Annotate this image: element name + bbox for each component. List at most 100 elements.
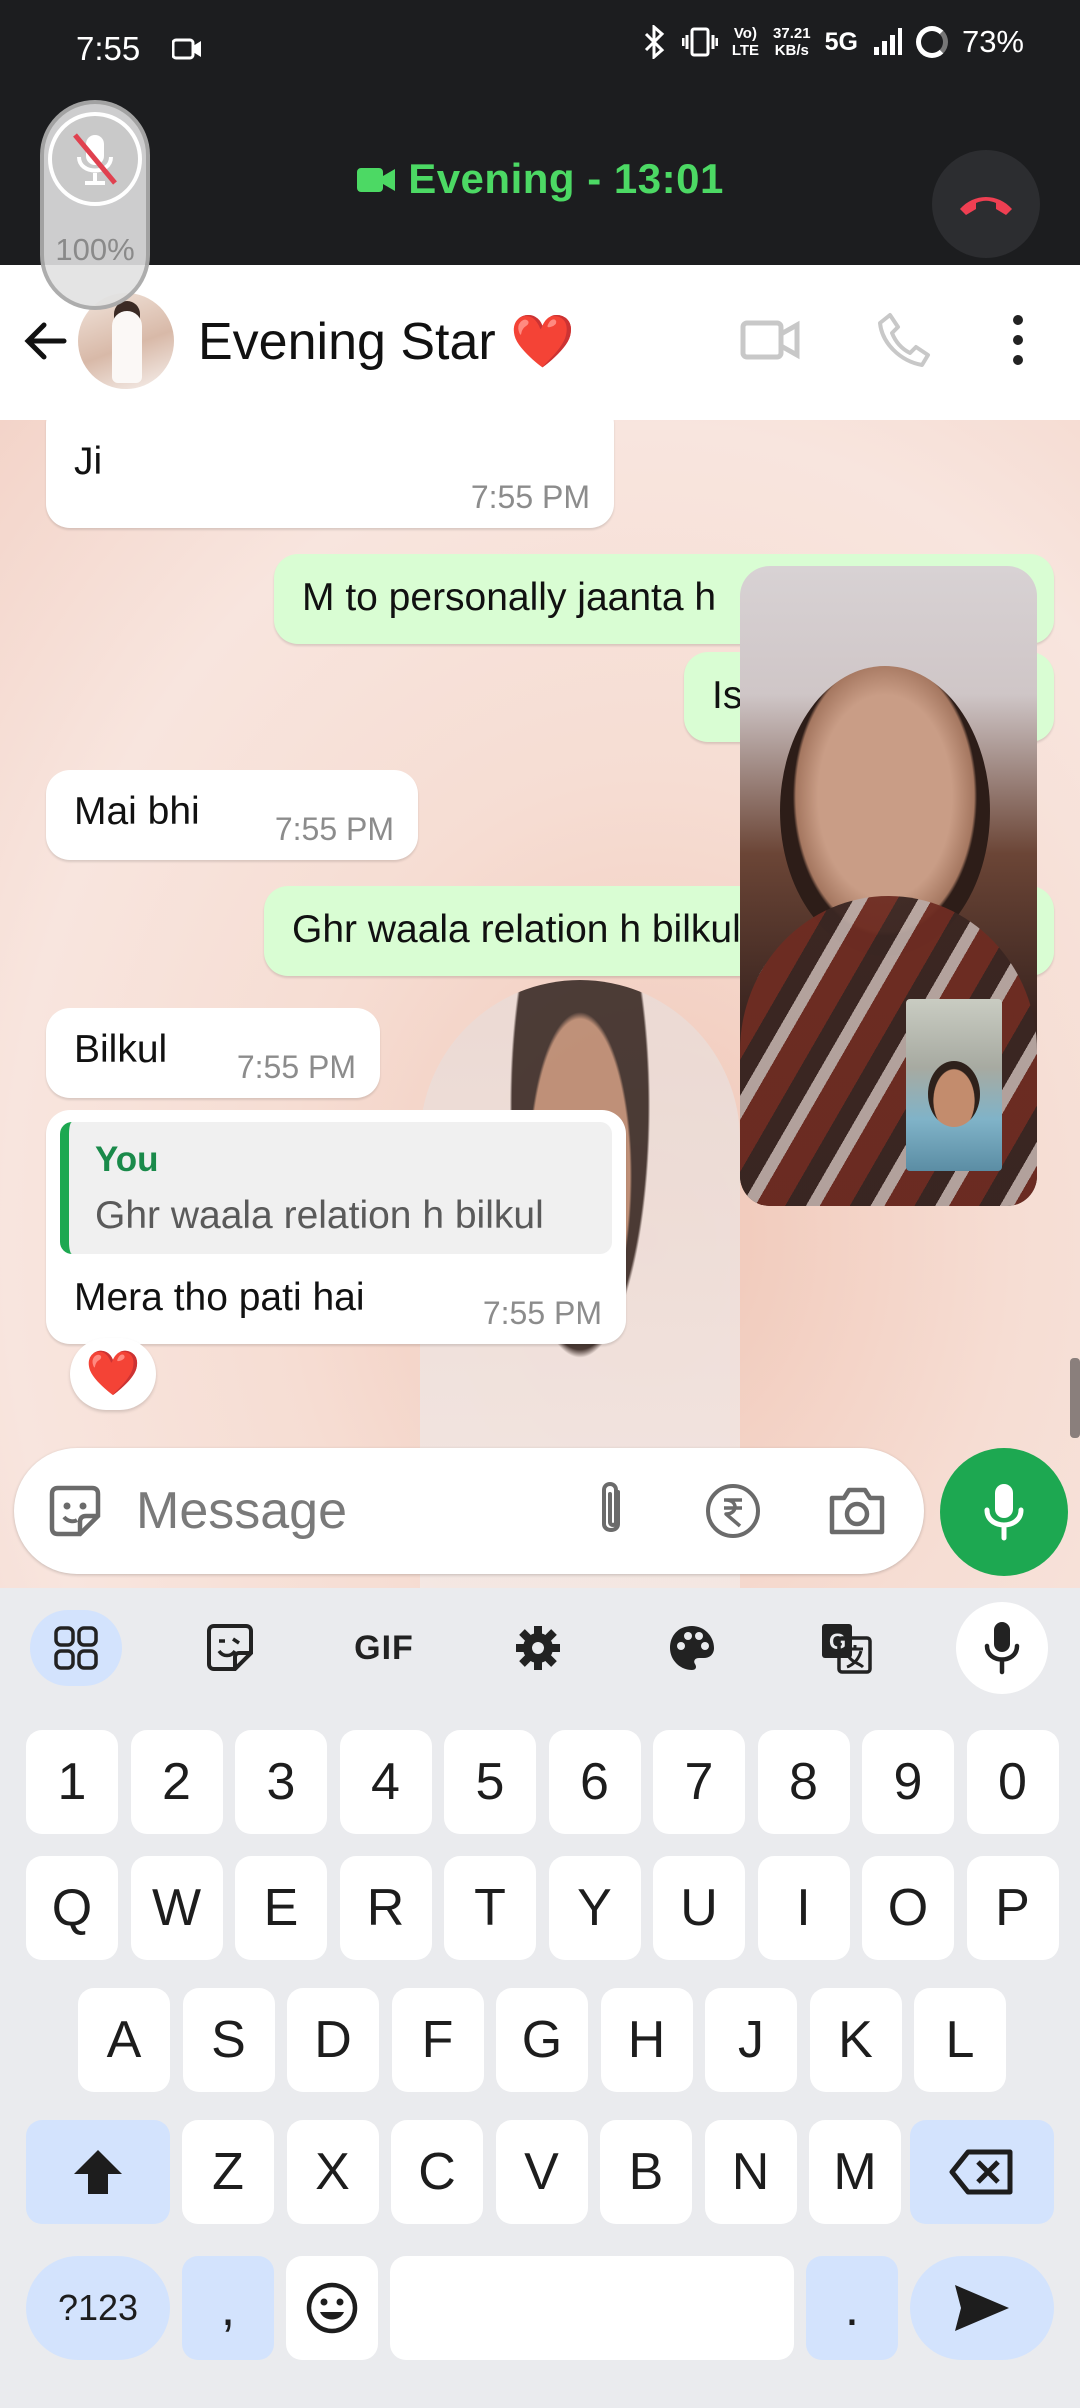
- key-s[interactable]: S: [182, 1988, 275, 2092]
- key-d[interactable]: D: [287, 1988, 379, 2092]
- message-incoming[interactable]: Mai bhi 7:55 PM: [46, 770, 418, 860]
- status-time: 7:55: [76, 30, 141, 67]
- message-incoming-reply[interactable]: You Ghr waala relation h bilkul Mera tho…: [46, 1110, 626, 1344]
- key-8[interactable]: 8: [757, 1730, 850, 1834]
- voice-typing-button[interactable]: [956, 1602, 1048, 1694]
- key-z[interactable]: Z: [182, 2120, 274, 2224]
- theme-button[interactable]: [646, 1610, 738, 1686]
- voice-call-icon[interactable]: [876, 311, 932, 367]
- key-h[interactable]: H: [600, 1988, 693, 2092]
- key-m[interactable]: M: [809, 2120, 901, 2224]
- call-title-text: Evening - 13:01: [408, 155, 724, 202]
- chat-header: Evening Star ❤️: [0, 265, 1080, 420]
- symbols-key[interactable]: ?123: [26, 2256, 170, 2360]
- gif-button[interactable]: GIF: [338, 1610, 430, 1686]
- sticker-button[interactable]: [184, 1610, 276, 1686]
- key-p[interactable]: P: [966, 1856, 1059, 1960]
- key-0[interactable]: 0: [966, 1730, 1059, 1834]
- key-7[interactable]: 7: [653, 1730, 745, 1834]
- call-title: Evening - 13:01: [0, 155, 1080, 203]
- payment-rupee-icon[interactable]: [704, 1482, 762, 1540]
- message-input[interactable]: [136, 1476, 466, 1546]
- key-y[interactable]: Y: [548, 1856, 641, 1960]
- key-w[interactable]: W: [130, 1856, 223, 1960]
- key-n[interactable]: N: [704, 2120, 797, 2224]
- key-3[interactable]: 3: [235, 1730, 327, 1834]
- key-c[interactable]: C: [391, 2120, 483, 2224]
- more-options-icon[interactable]: [1000, 310, 1036, 370]
- voice-message-button[interactable]: [940, 1448, 1068, 1576]
- backspace-icon: [949, 2149, 1013, 2195]
- key-2[interactable]: 2: [130, 1730, 223, 1834]
- key-v[interactable]: V: [495, 2120, 588, 2224]
- key-comma[interactable]: ,: [182, 2256, 274, 2360]
- key-t[interactable]: T: [444, 1856, 536, 1960]
- message-text: Ghr waala relation h bilkul: [292, 908, 741, 951]
- key-e[interactable]: E: [235, 1856, 327, 1960]
- key-f[interactable]: F: [391, 1988, 484, 2092]
- battery-ring-icon: [915, 26, 948, 58]
- emoji-key[interactable]: [286, 2256, 378, 2360]
- translate-button[interactable]: G: [800, 1610, 892, 1686]
- message-incoming[interactable]: Bilkul 7:55 PM: [46, 1008, 380, 1098]
- sticker-emoji-icon[interactable]: [44, 1480, 106, 1542]
- key-i[interactable]: I: [757, 1856, 850, 1960]
- chat-scrollbar[interactable]: [1070, 1358, 1080, 1438]
- local-video-preview[interactable]: [906, 999, 1002, 1171]
- video-call-icon[interactable]: [740, 315, 800, 365]
- key-4[interactable]: 4: [339, 1730, 432, 1834]
- reply-author: You: [95, 1140, 159, 1179]
- key-o[interactable]: O: [862, 1856, 954, 1960]
- key-j[interactable]: J: [705, 1988, 797, 2092]
- camera-icon[interactable]: [826, 1482, 888, 1540]
- heart-reaction-icon: ❤️: [85, 1349, 141, 1398]
- back-arrow-icon[interactable]: [18, 313, 74, 369]
- remote-video-pip[interactable]: [740, 566, 1037, 1206]
- key-u[interactable]: U: [653, 1856, 745, 1960]
- phone-hangup-icon: [960, 197, 1012, 215]
- key-9[interactable]: 9: [862, 1730, 954, 1834]
- network-type: 5G: [824, 27, 858, 56]
- settings-button[interactable]: [492, 1610, 584, 1686]
- screen-record-icon: [172, 38, 201, 60]
- emoji-icon: [306, 2282, 358, 2334]
- ongoing-call-banner[interactable]: Evening - 13:01: [0, 100, 1080, 265]
- signal-icon: [873, 28, 902, 55]
- message-incoming[interactable]: Ji 7:55 PM: [46, 420, 614, 528]
- backspace-key[interactable]: [910, 2120, 1054, 2224]
- key-g[interactable]: G: [496, 1988, 588, 2092]
- soft-keyboard: GIF G 1234567890QWERTYUIOPASDFGHJKLZXCVB…: [0, 1588, 1080, 2408]
- message-time: 7:55 PM: [274, 811, 394, 847]
- attach-icon[interactable]: [582, 1478, 638, 1544]
- key-5[interactable]: 5: [444, 1730, 536, 1834]
- key-6[interactable]: 6: [548, 1730, 641, 1834]
- translate-icon: G: [822, 1624, 872, 1674]
- message-text: Mai bhi: [74, 790, 200, 833]
- key-b[interactable]: B: [600, 2120, 692, 2224]
- key-l[interactable]: L: [914, 1988, 1006, 2092]
- send-key[interactable]: [910, 2256, 1054, 2360]
- mute-overlay[interactable]: 100%: [40, 100, 150, 310]
- contact-name[interactable]: Evening Star ❤️: [198, 311, 575, 372]
- key-q[interactable]: Q: [26, 1856, 118, 1960]
- message-time: 7:55 PM: [470, 479, 590, 515]
- key-period[interactable]: .: [806, 2256, 898, 2360]
- message-text: M to personally jaanta h: [302, 576, 717, 619]
- key-k[interactable]: K: [809, 1988, 902, 2092]
- message-time: 7:55 PM: [236, 1049, 356, 1085]
- mic-icon: [984, 1484, 1024, 1541]
- bluetooth-icon: [644, 25, 665, 59]
- key-a[interactable]: A: [78, 1988, 170, 2092]
- shift-key[interactable]: [26, 2120, 170, 2224]
- key-1[interactable]: 1: [26, 1730, 118, 1834]
- send-icon: [955, 2285, 1009, 2331]
- apps-grid-button[interactable]: [30, 1610, 122, 1686]
- mute-button[interactable]: [48, 112, 142, 206]
- reply-quote[interactable]: You Ghr waala relation h bilkul: [60, 1122, 612, 1254]
- end-call-button[interactable]: [932, 150, 1040, 258]
- status-bar: 7:55 Vo) LTE 37.21 KB/s 5G 73%: [0, 0, 1080, 100]
- key-r[interactable]: R: [339, 1856, 432, 1960]
- space-key[interactable]: [390, 2256, 794, 2360]
- key-x[interactable]: X: [286, 2120, 379, 2224]
- message-reaction[interactable]: ❤️: [70, 1338, 156, 1410]
